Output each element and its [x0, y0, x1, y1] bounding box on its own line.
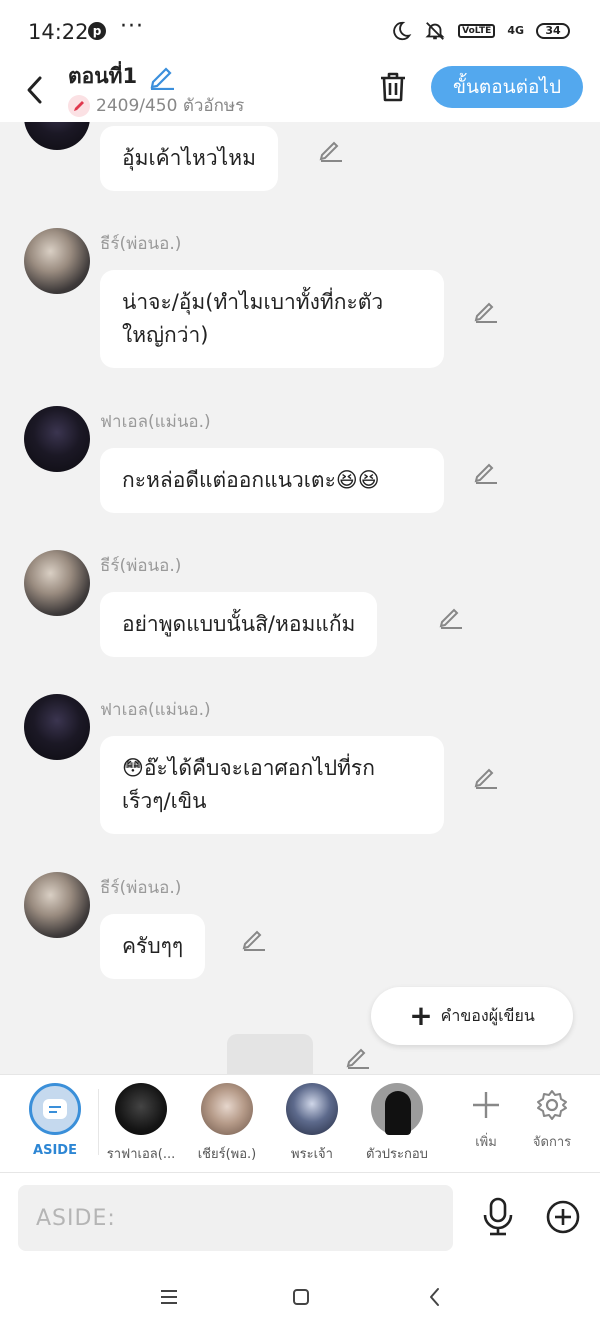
edit-pencil-icon[interactable]	[473, 297, 499, 323]
edit-pencil-icon[interactable]	[473, 458, 499, 484]
message-bubble[interactable]: น่าจะ/อุ้ม(ทำไมเบาทั้งที่กะตัวใหญ่กว่า)	[100, 270, 444, 368]
avatar	[24, 122, 90, 150]
status-icons: VoLTE 4G 34	[390, 20, 570, 42]
aside-avatar	[29, 1083, 81, 1135]
home-icon[interactable]	[290, 1286, 312, 1308]
gear-icon	[537, 1090, 567, 1120]
speaker-name: ฟาเอล(แม่นอ.)	[100, 412, 211, 432]
edit-pencil-icon[interactable]	[473, 763, 499, 789]
episode-title: ตอนที่1	[68, 64, 138, 88]
edit-pencil-icon[interactable]	[318, 136, 344, 162]
message-bubble[interactable]: อุ้มเค้าไหวไหม	[100, 126, 278, 191]
character-name: ตัวประกอบ	[366, 1147, 428, 1162]
next-step-button[interactable]: ขั้นตอนต่อไป	[431, 66, 583, 108]
input-bar	[0, 1172, 600, 1262]
battery-indicator: 34	[536, 23, 570, 39]
pinterest-icon: p	[88, 22, 106, 40]
edit-pencil-icon[interactable]	[438, 603, 464, 629]
speaker-name: ธีร์(พ่อนอ.)	[100, 556, 182, 576]
status-bar: 14:22 p ··· VoLTE 4G 34	[0, 0, 600, 62]
message-bubble[interactable]: อย่าพูดแบบนั้นสิ/หอมแก้ม	[100, 592, 378, 657]
system-nav-bar	[0, 1262, 600, 1333]
chat-area: อุ้มเค้าไหวไหม ธีร์(พ่อนอ.) น่าจะ/อุ้ม(ท…	[0, 122, 600, 1074]
character-item[interactable]: เชียร์(พอ.)	[182, 1083, 272, 1164]
pencil-icon[interactable]	[148, 62, 176, 90]
avatar	[24, 406, 90, 472]
trash-icon[interactable]	[377, 70, 409, 104]
chevron-left-icon	[27, 76, 42, 104]
character-name: เชียร์(พอ.)	[197, 1147, 257, 1162]
character-item[interactable]: ราฟาเอล(...	[96, 1083, 186, 1164]
header-bar: ตอนที่1 2409/450 ตัวอักษร ขั้นตอนต่อไป	[0, 62, 600, 122]
avatar	[24, 872, 90, 938]
character-bar: ASIDE ราฟาเอล(... เชียร์(พอ.) พระเจ้า ตั…	[0, 1074, 600, 1172]
avatar	[24, 550, 90, 616]
character-name: พระเจ้า	[291, 1147, 333, 1162]
edit-pencil-icon[interactable]	[241, 925, 267, 951]
avatar	[24, 228, 90, 294]
character-item[interactable]: ตัวประกอบ	[352, 1083, 442, 1164]
message-bubble[interactable]: 😳อ๊ะได้คืบจะเอาศอกไปที่รกเร็วๆ/เขิน	[100, 736, 444, 834]
status-dots: ···	[120, 14, 144, 39]
speaker-name: ธีร์(พ่อนอ.)	[100, 878, 182, 898]
add-circle-icon[interactable]	[545, 1199, 581, 1235]
character-name: ราฟาเอล(...	[106, 1147, 176, 1162]
back-button[interactable]	[18, 68, 52, 112]
author-note-button[interactable]: + คำของผู้เขียน	[371, 987, 573, 1045]
back-nav-icon[interactable]	[424, 1286, 446, 1308]
bell-muted-icon	[425, 22, 445, 40]
char-count-text: 2409/450 ตัวอักษร	[96, 96, 245, 116]
character-name: ASIDE	[33, 1143, 77, 1158]
status-time: 14:22	[28, 20, 89, 44]
message-input[interactable]	[18, 1185, 453, 1251]
speaker-name: ธีร์(พ่อนอ.)	[100, 234, 182, 254]
moon-icon	[393, 21, 412, 41]
edit-pencil-icon[interactable]	[345, 1043, 371, 1069]
pen-badge-icon	[68, 94, 90, 117]
character-avatar	[201, 1083, 253, 1135]
manage-button[interactable]: จัดการ	[522, 1089, 582, 1152]
network-4g: 4G	[507, 24, 524, 37]
character-avatar	[371, 1083, 423, 1135]
avatar	[24, 694, 90, 760]
volte-badge: VoLTE	[458, 24, 496, 38]
character-aside[interactable]: ASIDE	[10, 1083, 100, 1158]
char-count: 2409/450 ตัวอักษร	[68, 92, 244, 119]
add-label: เพิ่ม	[475, 1135, 497, 1150]
plus-icon	[473, 1092, 499, 1118]
add-character-button[interactable]: เพิ่ม	[456, 1089, 516, 1152]
manage-label: จัดการ	[532, 1135, 572, 1150]
speaker-name: ฟาเอล(แม่นอ.)	[100, 700, 211, 720]
message-bubble[interactable]: ครับๆๆ	[100, 914, 206, 979]
author-note-label: คำของผู้เขียน	[440, 1005, 535, 1025]
character-avatar	[115, 1083, 167, 1135]
message-bubble[interactable]: กะหล่อดีแต่ออกแนวเตะ😆😆	[100, 448, 444, 513]
character-item[interactable]: พระเจ้า	[267, 1083, 357, 1164]
microphone-icon[interactable]	[480, 1197, 516, 1237]
chat-bubble-icon	[43, 1099, 67, 1119]
aside-message-stub[interactable]	[227, 1034, 313, 1074]
character-avatar	[286, 1083, 338, 1135]
menu-icon[interactable]	[158, 1286, 180, 1308]
plus-icon: +	[409, 999, 433, 1032]
